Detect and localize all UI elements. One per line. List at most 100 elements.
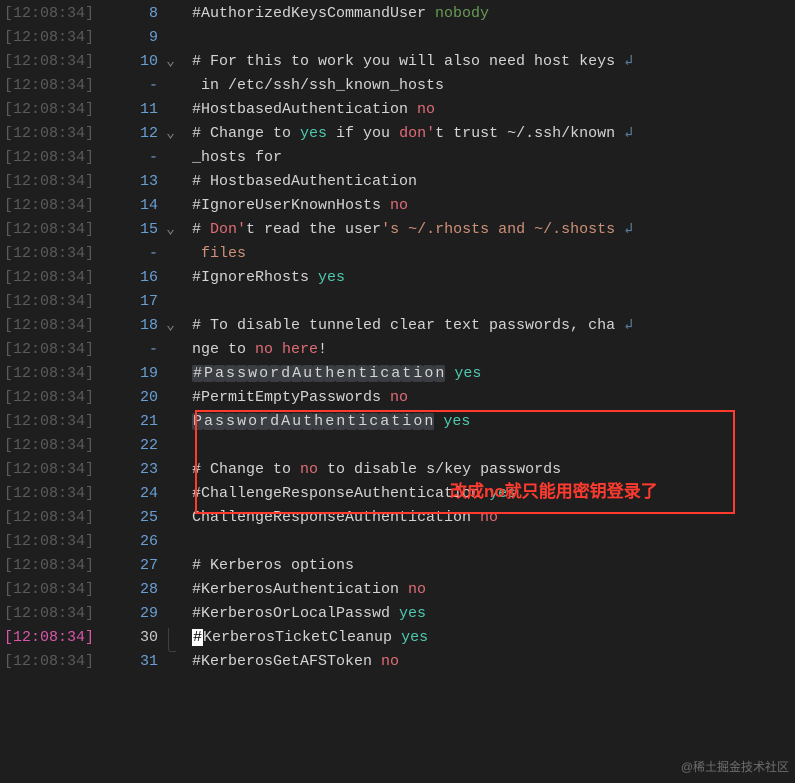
- timestamp: [12:08:34]: [0, 554, 106, 578]
- code-content[interactable]: PasswordAuthentication yes: [192, 410, 795, 434]
- line-wrap-icon: ↲: [624, 317, 633, 334]
- editor-line[interactable]: [12:08:34]31#KerberosGetAFSToken no: [0, 650, 795, 674]
- line-number: 13: [106, 170, 166, 194]
- editor-line[interactable]: [12:08:34]23 # Change to no to disable s/…: [0, 458, 795, 482]
- editor-line[interactable]: [12:08:34]25ChallengeResponseAuthenticat…: [0, 506, 795, 530]
- timestamp: [12:08:34]: [0, 458, 106, 482]
- code-content[interactable]: in /etc/ssh/ssh_known_hosts: [192, 74, 795, 98]
- line-number: 15: [106, 218, 166, 242]
- editor-line[interactable]: [12:08:34]17: [0, 290, 795, 314]
- code-content[interactable]: ChallengeResponseAuthentication no: [192, 506, 795, 530]
- timestamp: [12:08:34]: [0, 290, 106, 314]
- timestamp: [12:08:34]: [0, 578, 106, 602]
- timestamp: [12:08:34]: [0, 650, 106, 674]
- timestamp: [12:08:34]: [0, 338, 106, 362]
- code-content[interactable]: #IgnoreUserKnownHosts no: [192, 194, 795, 218]
- timestamp: [12:08:34]: [0, 2, 106, 26]
- timestamp: [12:08:34]: [0, 146, 106, 170]
- code-content[interactable]: #AuthorizedKeysCommandUser nobody: [192, 2, 795, 26]
- code-content[interactable]: #HostbasedAuthentication no: [192, 98, 795, 122]
- line-wrap-icon: ↲: [624, 53, 633, 70]
- fold-open-icon[interactable]: ⌄: [166, 53, 175, 70]
- timestamp: [12:08:34]: [0, 98, 106, 122]
- code-editor[interactable]: [12:08:34]8#AuthorizedKeysCommandUser no…: [0, 0, 795, 674]
- line-number: -: [106, 74, 166, 98]
- code-content[interactable]: _hosts for: [192, 146, 795, 170]
- timestamp: [12:08:34]: [0, 602, 106, 626]
- timestamp: [12:08:34]: [0, 434, 106, 458]
- code-content[interactable]: # Change to yes if you don't trust ~/.ss…: [192, 122, 795, 146]
- timestamp: [12:08:34]: [0, 170, 106, 194]
- editor-line[interactable]: [12:08:34]10⌄# For this to work you will…: [0, 50, 795, 74]
- editor-line[interactable]: [12:08:34]11#HostbasedAuthentication no: [0, 98, 795, 122]
- timestamp: [12:08:34]: [0, 626, 106, 650]
- line-number: 28: [106, 578, 166, 602]
- code-content[interactable]: #KerberosTicketCleanup yes: [192, 626, 795, 650]
- editor-line[interactable]: [12:08:34]21PasswordAuthentication yes: [0, 410, 795, 434]
- gutter: ⌄: [166, 122, 192, 146]
- timestamp: [12:08:34]: [0, 266, 106, 290]
- code-content[interactable]: # For this to work you will also need ho…: [192, 50, 795, 74]
- code-content[interactable]: #PasswordAuthentication yes: [192, 362, 795, 386]
- editor-line[interactable]: [12:08:34]22: [0, 434, 795, 458]
- timestamp: [12:08:34]: [0, 26, 106, 50]
- line-number: 17: [106, 290, 166, 314]
- line-number: 18: [106, 314, 166, 338]
- editor-line[interactable]: [12:08:34]- nge to no here!: [0, 338, 795, 362]
- editor-line[interactable]: [12:08:34]8 #AuthorizedKeysCommandUser no…: [0, 2, 795, 26]
- watermark: @稀土掘金技术社区: [681, 755, 789, 779]
- code-content[interactable]: # To disable tunneled clear text passwor…: [192, 314, 795, 338]
- timestamp: [12:08:34]: [0, 386, 106, 410]
- code-content[interactable]: # HostbasedAuthentication: [192, 170, 795, 194]
- fold-open-icon[interactable]: ⌄: [166, 317, 175, 334]
- editor-line[interactable]: [12:08:34]26: [0, 530, 795, 554]
- code-content[interactable]: #ChallengeResponseAuthentication yes: [192, 482, 795, 506]
- code-content[interactable]: # Don't read the user's ~/.rhosts and ~/…: [192, 218, 795, 242]
- editor-line[interactable]: [12:08:34]16#IgnoreRhosts yes: [0, 266, 795, 290]
- editor-line[interactable]: [12:08:34]28 #KerberosAuthentication no: [0, 578, 795, 602]
- code-content[interactable]: #PermitEmptyPasswords no: [192, 386, 795, 410]
- editor-line[interactable]: [12:08:34]27# Kerberos options: [0, 554, 795, 578]
- line-number: 14: [106, 194, 166, 218]
- code-content[interactable]: #KerberosAuthentication no: [192, 578, 795, 602]
- editor-line[interactable]: [12:08:34]12⌄# Change to yes if you don'…: [0, 122, 795, 146]
- gutter: ⌄: [166, 314, 192, 338]
- code-content[interactable]: #IgnoreRhosts yes: [192, 266, 795, 290]
- fold-end-icon: [168, 628, 176, 652]
- code-content[interactable]: # Change to no to disable s/key password…: [192, 458, 795, 482]
- code-content[interactable]: files: [192, 242, 795, 266]
- code-content[interactable]: # Kerberos options: [192, 554, 795, 578]
- editor-line[interactable]: [12:08:34]- in /etc/ssh/ssh_known_hosts: [0, 74, 795, 98]
- line-number: 19: [106, 362, 166, 386]
- line-number: 26: [106, 530, 166, 554]
- editor-line[interactable]: [12:08:34]20 #PermitEmptyPasswords no: [0, 386, 795, 410]
- line-number: 9: [106, 26, 166, 50]
- line-number: 20: [106, 386, 166, 410]
- line-wrap-icon: ↲: [624, 221, 633, 238]
- editor-line[interactable]: [12:08:34]13 # HostbasedAuthentication: [0, 170, 795, 194]
- editor-line[interactable]: [12:08:34]15⌄# Don't read the user's ~/.…: [0, 218, 795, 242]
- editor-line[interactable]: [12:08:34]30#KerberosTicketCleanup yes: [0, 626, 795, 650]
- editor-line[interactable]: [12:08:34]18⌄ # To disable tunneled clear…: [0, 314, 795, 338]
- code-content[interactable]: nge to no here!: [192, 338, 795, 362]
- timestamp: [12:08:34]: [0, 482, 106, 506]
- code-content[interactable]: #KerberosGetAFSToken no: [192, 650, 795, 674]
- editor-line[interactable]: [12:08:34]29#KerberosOrLocalPasswd yes: [0, 602, 795, 626]
- gutter: ⌄: [166, 218, 192, 242]
- editor-line[interactable]: [12:08:34]14 #IgnoreUserKnownHosts no: [0, 194, 795, 218]
- editor-line[interactable]: [12:08:34]9: [0, 26, 795, 50]
- line-number: 23: [106, 458, 166, 482]
- timestamp: [12:08:34]: [0, 194, 106, 218]
- gutter: ⌄: [166, 50, 192, 74]
- fold-open-icon[interactable]: ⌄: [166, 125, 175, 142]
- code-content[interactable]: #KerberosOrLocalPasswd yes: [192, 602, 795, 626]
- fold-open-icon[interactable]: ⌄: [166, 221, 175, 238]
- editor-line[interactable]: [12:08:34]-_hosts for: [0, 146, 795, 170]
- line-number: 8: [106, 2, 166, 26]
- editor-line[interactable]: [12:08:34]24#ChallengeResponseAuthentica…: [0, 482, 795, 506]
- timestamp: [12:08:34]: [0, 242, 106, 266]
- editor-line[interactable]: [12:08:34]- files: [0, 242, 795, 266]
- line-number: -: [106, 338, 166, 362]
- timestamp: [12:08:34]: [0, 314, 106, 338]
- editor-line[interactable]: [12:08:34]19#PasswordAuthentication yes: [0, 362, 795, 386]
